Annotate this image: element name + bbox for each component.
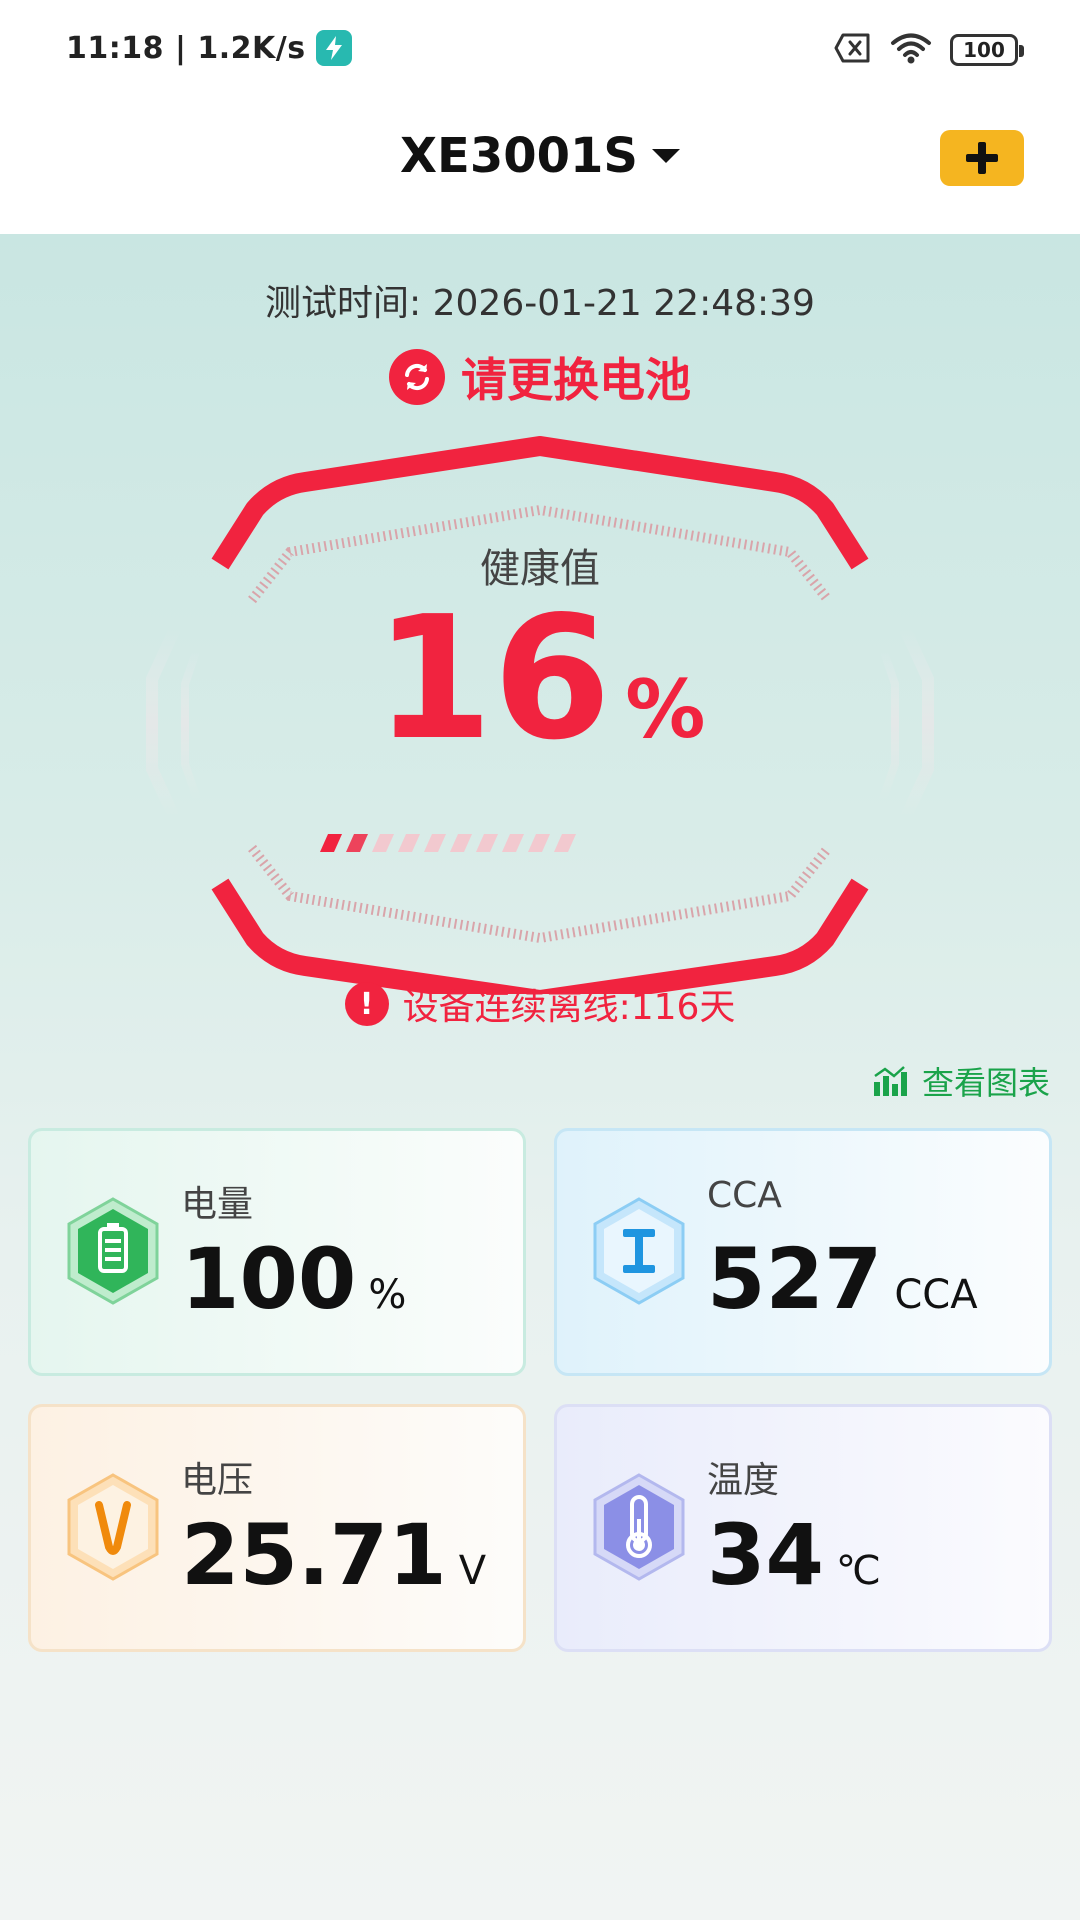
card-unit: CCA	[894, 1272, 978, 1318]
level-segment-empty	[502, 834, 524, 852]
wifi-icon	[890, 32, 932, 68]
exclamation-icon: !	[344, 982, 389, 1026]
gauge-bottom-hatch	[248, 844, 832, 944]
level-segment-empty	[424, 834, 446, 852]
card-number: 100	[181, 1230, 357, 1328]
card-label: 电量	[181, 1184, 254, 1225]
thermometer-icon	[593, 1473, 685, 1581]
card-number: 34	[707, 1506, 824, 1604]
health-value: 16 %	[0, 594, 1080, 764]
status-bar: 11:18 | 1.2K/s 100	[0, 0, 1080, 100]
level-segment-empty	[476, 834, 498, 852]
plus-icon	[966, 142, 998, 174]
status-time: 11:18 | 1.2K/s	[66, 30, 306, 66]
voltage-card[interactable]: 电压 25.71 V	[28, 1404, 526, 1652]
add-device-button[interactable]	[940, 130, 1024, 186]
alert-text: 请更换电池	[461, 353, 691, 407]
level-segment-empty	[372, 834, 394, 852]
device-selector[interactable]: XE3001S	[400, 128, 680, 184]
voltage-icon	[67, 1473, 159, 1581]
level-segment-empty	[554, 834, 576, 852]
health-unit: %	[625, 663, 706, 756]
level-segment-empty	[528, 834, 550, 852]
card-number: 25.71	[181, 1506, 447, 1604]
offline-warning: ! 设备连续离线:116天	[0, 978, 1080, 1030]
battery-status-level: 100	[963, 38, 1005, 62]
status-left: 11:18 | 1.2K/s	[66, 30, 352, 66]
bar-chart-icon	[873, 1066, 907, 1096]
temperature-card[interactable]: 温度 34 ℃	[554, 1404, 1052, 1652]
device-selector-wrap: XE3001S	[0, 128, 1080, 184]
offline-text: 设备连续离线:116天	[402, 987, 736, 1028]
level-segment-filled	[346, 834, 368, 852]
battery-icon	[67, 1197, 159, 1305]
card-unit: ℃	[835, 1548, 881, 1594]
level-segment-empty	[398, 834, 420, 852]
battery-status-icon: 100	[950, 34, 1024, 66]
view-chart-label: 查看图表	[921, 1064, 1050, 1102]
card-value: 34 ℃	[707, 1513, 881, 1597]
level-segment-empty	[450, 834, 472, 852]
app-notification-icon	[315, 30, 352, 66]
card-value: 25.71 V	[181, 1513, 486, 1597]
view-chart-link[interactable]: 查看图表	[872, 1058, 1050, 1104]
level-segment-filled	[320, 834, 342, 852]
chevron-down-icon	[651, 149, 680, 163]
cca-icon	[593, 1197, 685, 1305]
no-sim-icon	[834, 33, 872, 67]
card-unit: V	[458, 1548, 487, 1594]
replace-battery-alert: 请更换电池	[0, 344, 1080, 410]
main-content: 测试时间: 2026-01-21 22:48:39 请更换电池 健康值 16 %…	[0, 234, 1080, 1920]
test-time: 测试时间: 2026-01-21 22:48:39	[265, 283, 815, 324]
battery-level-card[interactable]: 电量 100 %	[28, 1128, 526, 1376]
card-value: 100 %	[181, 1237, 406, 1321]
card-label: 电压	[181, 1460, 254, 1501]
device-name: XE3001S	[400, 128, 638, 184]
cca-card[interactable]: CCA 527 CCA	[554, 1128, 1052, 1376]
card-value: 527 CCA	[707, 1237, 978, 1321]
refresh-icon	[389, 349, 445, 405]
card-number: 527	[707, 1230, 883, 1328]
health-level-bar	[320, 834, 576, 852]
health-number: 16	[374, 580, 612, 778]
card-label: 温度	[707, 1460, 780, 1501]
app-header: XE3001S	[0, 100, 1080, 234]
card-label: CCA	[707, 1175, 782, 1216]
card-unit: %	[368, 1272, 407, 1318]
status-right: 100	[834, 32, 1024, 68]
